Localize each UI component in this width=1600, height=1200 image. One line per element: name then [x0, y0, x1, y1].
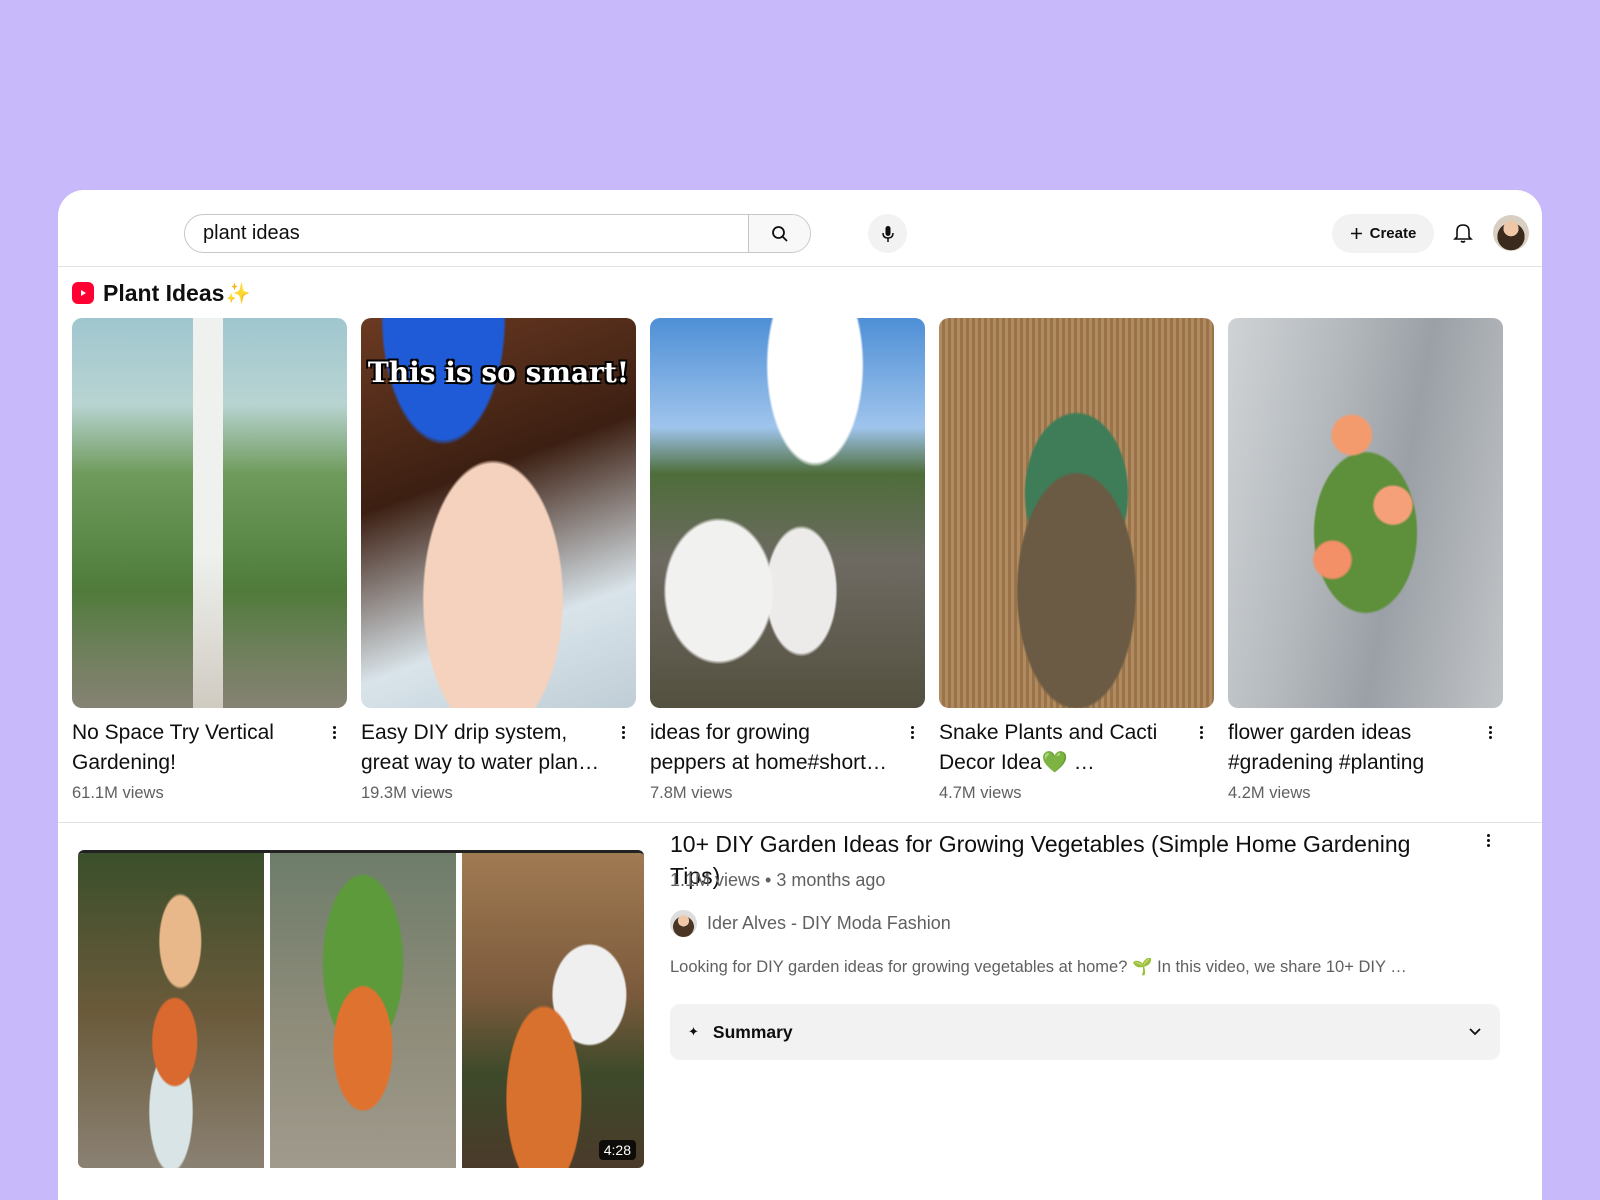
search-button[interactable] — [748, 215, 810, 252]
sparkle-icon: ✦ — [688, 1024, 699, 1039]
shorts-section-title: Plant Ideas — [103, 279, 225, 306]
short-card[interactable]: Snake Plants and Cacti Decor Idea💚 … 4.7… — [939, 318, 1214, 808]
channel-avatar[interactable] — [670, 910, 697, 937]
short-thumbnail[interactable] — [939, 318, 1214, 708]
short-thumbnail[interactable] — [650, 318, 925, 708]
summary-expander[interactable]: ✦ Summary — [670, 1004, 1500, 1060]
shorts-logo-icon — [72, 282, 94, 304]
section-divider — [58, 822, 1542, 823]
short-thumbnail[interactable] — [72, 318, 347, 708]
voice-search-button[interactable] — [868, 214, 907, 253]
app-window: Create Plant Ideas ✨ No Space Try Vertic… — [58, 190, 1542, 1200]
plus-icon — [1350, 228, 1362, 239]
create-label: Create — [1369, 225, 1417, 242]
short-views: 4.7M views — [939, 784, 1022, 802]
thumbnail-panel — [270, 853, 456, 1168]
more-options-icon[interactable] — [613, 720, 633, 744]
channel-name[interactable]: Ider Alves - DIY Moda Fashion — [707, 913, 951, 934]
short-card[interactable]: flower garden ideas #gradening #planting… — [1228, 318, 1503, 808]
short-views: 19.3M views — [361, 784, 453, 802]
short-views: 4.2M views — [1228, 784, 1311, 802]
short-title[interactable]: Easy DIY drip system, great way to water… — [361, 718, 601, 778]
short-views: 7.8M views — [650, 784, 733, 802]
microphone-icon — [881, 225, 894, 242]
short-thumbnail[interactable] — [1228, 318, 1503, 708]
more-options-icon[interactable] — [1480, 720, 1500, 744]
short-thumbnail[interactable]: This is so smart! — [361, 318, 636, 708]
more-options-icon[interactable] — [902, 720, 922, 744]
top-bar: Create — [58, 190, 1542, 267]
short-title[interactable]: Snake Plants and Cacti Decor Idea💚 … — [939, 718, 1179, 778]
search-bar — [184, 214, 811, 253]
channel-link[interactable]: Ider Alves - DIY Moda Fashion — [670, 910, 951, 937]
short-title[interactable]: ideas for growing peppers at home#short… — [650, 718, 890, 778]
sparkle-icon: ✨ — [225, 282, 251, 305]
chevron-down-icon — [1469, 1028, 1481, 1036]
search-icon — [771, 225, 788, 242]
bell-icon — [1453, 224, 1473, 243]
video-description: Looking for DIY garden ideas for growing… — [670, 958, 1407, 976]
thumbnail-overlay-text: This is so smart! — [367, 356, 630, 389]
short-views: 61.1M views — [72, 784, 164, 802]
account-avatar[interactable] — [1493, 215, 1529, 251]
more-options-icon[interactable] — [1478, 828, 1498, 852]
search-input[interactable] — [185, 215, 745, 252]
short-title[interactable]: No Space Try Vertical Gardening! — [72, 718, 312, 778]
video-meta: 1.1M views • 3 months ago — [670, 870, 886, 890]
thumbnail-panel — [462, 853, 644, 1168]
short-card[interactable]: No Space Try Vertical Gardening! 61.1M v… — [72, 318, 347, 808]
duration-badge: 4:28 — [598, 1140, 636, 1160]
more-options-icon[interactable] — [1191, 720, 1211, 744]
thumbnail-panel — [78, 853, 264, 1168]
more-options-icon[interactable] — [324, 720, 344, 744]
summary-label: Summary — [712, 1021, 793, 1042]
video-thumbnail[interactable]: 4:28 — [78, 850, 644, 1168]
shorts-section-header: Plant Ideas ✨ — [72, 278, 250, 308]
create-button[interactable]: Create — [1332, 214, 1434, 253]
short-card[interactable]: This is so smart! Easy DIY drip system, … — [361, 318, 636, 808]
short-title[interactable]: flower garden ideas #gradening #planting — [1228, 718, 1468, 778]
notifications-button[interactable] — [1448, 218, 1478, 248]
short-card[interactable]: ideas for growing peppers at home#short…… — [650, 318, 925, 808]
